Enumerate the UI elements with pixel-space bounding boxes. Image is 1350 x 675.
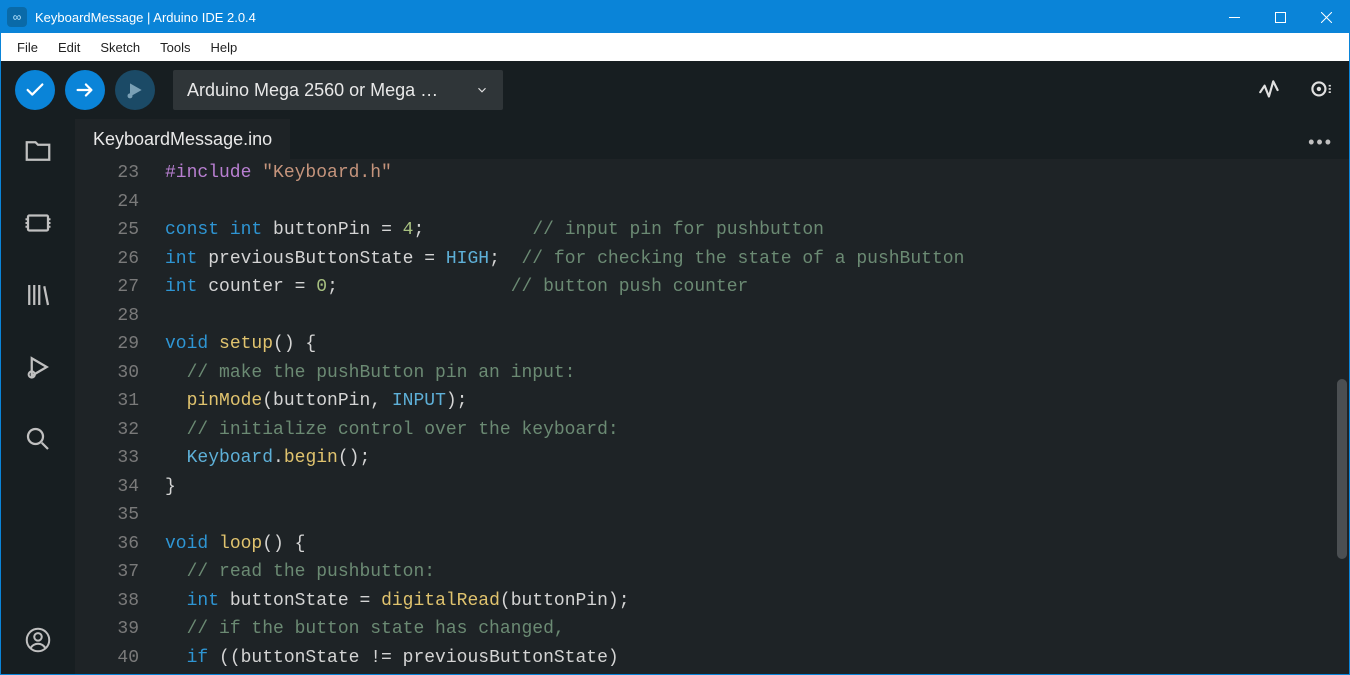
code-line: 32 // initialize control over the keyboa… [75,416,1349,445]
line-number: 25 [75,216,165,245]
activity-bar [1,119,75,674]
menu-file[interactable]: File [7,37,48,58]
line-number: 31 [75,387,165,416]
line-number: 40 [75,644,165,673]
board-selector-label: Arduino Mega 2560 or Mega … [187,80,438,101]
chevron-down-icon [475,83,489,97]
editor-tab-label: KeyboardMessage.ino [93,129,272,150]
code-content: pinMode(buttonPin, INPUT); [165,387,467,416]
code-line: 34} [75,473,1349,502]
verify-button[interactable] [15,70,55,110]
line-number: 37 [75,558,165,587]
code-line: 33 Keyboard.begin(); [75,444,1349,473]
sketchbook-icon[interactable] [18,131,58,171]
window-minimize-button[interactable] [1211,1,1257,33]
serial-plotter-icon[interactable] [1255,75,1285,105]
code-content: if ((buttonState != previousButtonState) [165,644,619,673]
code-line: 28 [75,302,1349,331]
editor-panel: KeyboardMessage.ino ••• 23#include "Keyb… [75,119,1349,674]
menu-bar: File Edit Sketch Tools Help [1,33,1349,61]
code-content [165,501,176,530]
line-number: 23 [75,159,165,188]
line-number: 26 [75,245,165,274]
library-manager-icon[interactable] [18,275,58,315]
menu-help[interactable]: Help [200,37,247,58]
menu-sketch[interactable]: Sketch [90,37,150,58]
window-titlebar: ∞ KeyboardMessage | Arduino IDE 2.0.4 [1,1,1349,33]
window-close-button[interactable] [1303,1,1349,33]
code-content: int counter = 0; // button push counter [165,273,748,302]
code-content: // make the pushButton pin an input: [165,359,575,388]
line-number: 35 [75,501,165,530]
code-line: 37 // read the pushbutton: [75,558,1349,587]
line-number: 30 [75,359,165,388]
code-line: 30 // make the pushButton pin an input: [75,359,1349,388]
code-content: Keyboard.begin(); [165,444,370,473]
scrollbar-thumb[interactable] [1337,379,1347,559]
code-line: 24 [75,188,1349,217]
line-number: 27 [75,273,165,302]
code-line: 36void loop() { [75,530,1349,559]
line-number: 24 [75,188,165,217]
code-line: 39 // if the button state has changed, [75,615,1349,644]
debug-button[interactable] [115,70,155,110]
code-content: #include "Keyboard.h" [165,159,392,188]
code-content: // read the pushbutton: [165,558,435,587]
line-number: 34 [75,473,165,502]
code-content: // initialize control over the keyboard: [165,416,619,445]
window-title: KeyboardMessage | Arduino IDE 2.0.4 [35,10,1211,25]
upload-button[interactable] [65,70,105,110]
code-content: void loop() { [165,530,305,559]
code-content [165,188,176,217]
menu-tools[interactable]: Tools [150,37,200,58]
code-content: int previousButtonState = HIGH; // for c… [165,245,964,274]
editor-tab-more-icon[interactable]: ••• [1302,126,1339,159]
line-number: 32 [75,416,165,445]
line-number: 38 [75,587,165,616]
code-content [165,302,176,331]
editor-tabbar: KeyboardMessage.ino ••• [75,119,1349,159]
debug-panel-icon[interactable] [18,347,58,387]
line-number: 39 [75,615,165,644]
menu-edit[interactable]: Edit [48,37,90,58]
code-editor[interactable]: 23#include "Keyboard.h"24 25const int bu… [75,159,1349,674]
serial-monitor-icon[interactable] [1305,75,1335,105]
line-number: 36 [75,530,165,559]
code-line: 23#include "Keyboard.h" [75,159,1349,188]
arduino-logo-icon: ∞ [7,7,27,27]
code-line: 25const int buttonPin = 4; // input pin … [75,216,1349,245]
search-icon[interactable] [18,419,58,459]
window-maximize-button[interactable] [1257,1,1303,33]
code-line: 38 int buttonState = digitalRead(buttonP… [75,587,1349,616]
code-line: 29void setup() { [75,330,1349,359]
code-content: void setup() { [165,330,316,359]
line-number: 33 [75,444,165,473]
code-content: } [165,473,176,502]
code-line: 26int previousButtonState = HIGH; // for… [75,245,1349,274]
code-line: 35 [75,501,1349,530]
code-content: int buttonState = digitalRead(buttonPin)… [165,587,630,616]
boards-manager-icon[interactable] [18,203,58,243]
code-content: const int buttonPin = 4; // input pin fo… [165,216,824,245]
code-content: // if the button state has changed, [165,615,565,644]
line-number: 29 [75,330,165,359]
code-line: 31 pinMode(buttonPin, INPUT); [75,387,1349,416]
editor-tab-active[interactable]: KeyboardMessage.ino [75,119,290,159]
code-line: 40 if ((buttonState != previousButtonSta… [75,644,1349,673]
account-icon[interactable] [18,620,58,660]
line-number: 28 [75,302,165,331]
code-line: 27int counter = 0; // button push counte… [75,273,1349,302]
toolbar: Arduino Mega 2560 or Mega … [1,61,1349,119]
board-selector[interactable]: Arduino Mega 2560 or Mega … [173,70,503,110]
main-area: KeyboardMessage.ino ••• 23#include "Keyb… [1,119,1349,674]
